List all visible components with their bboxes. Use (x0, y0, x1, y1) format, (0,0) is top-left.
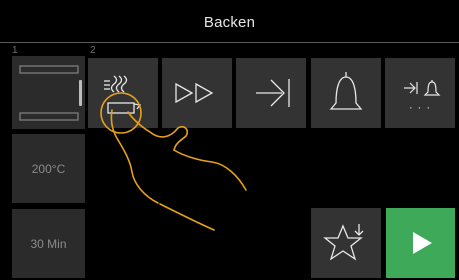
duration-tile[interactable]: 30 Min (12, 209, 85, 278)
star-download-icon (323, 224, 364, 261)
temperature-value: 200°C (31, 161, 66, 176)
level-scroll-indicator (79, 80, 82, 106)
temperature-tile[interactable]: 200°C (12, 134, 85, 203)
fast-forward-icon (175, 82, 214, 104)
alarm-button[interactable] (311, 58, 381, 128)
fast-forward-button[interactable] (162, 58, 232, 128)
duration-value: 30 Min (30, 236, 67, 251)
slot-index-1: 1 (12, 45, 18, 56)
bell-icon (329, 72, 363, 110)
skip-to-end-button[interactable] (236, 58, 306, 128)
oven-level-preview[interactable] (12, 56, 85, 129)
start-button[interactable] (386, 208, 455, 278)
slot-index-2: 2 (90, 45, 96, 56)
skip-to-end-icon (256, 79, 290, 107)
header-divider (0, 42, 459, 43)
end-alarm-more-button[interactable]: · · · (385, 58, 455, 128)
end-bell-more-icon (404, 80, 441, 96)
oven-level-preview-icon (19, 65, 79, 121)
favorite-button[interactable] (311, 208, 381, 278)
more-dots: · · · (408, 102, 432, 114)
steam-program-button[interactable] (88, 58, 158, 128)
play-icon (413, 232, 432, 254)
page-title: Backen (203, 14, 256, 31)
steam-program-icon (104, 75, 142, 114)
